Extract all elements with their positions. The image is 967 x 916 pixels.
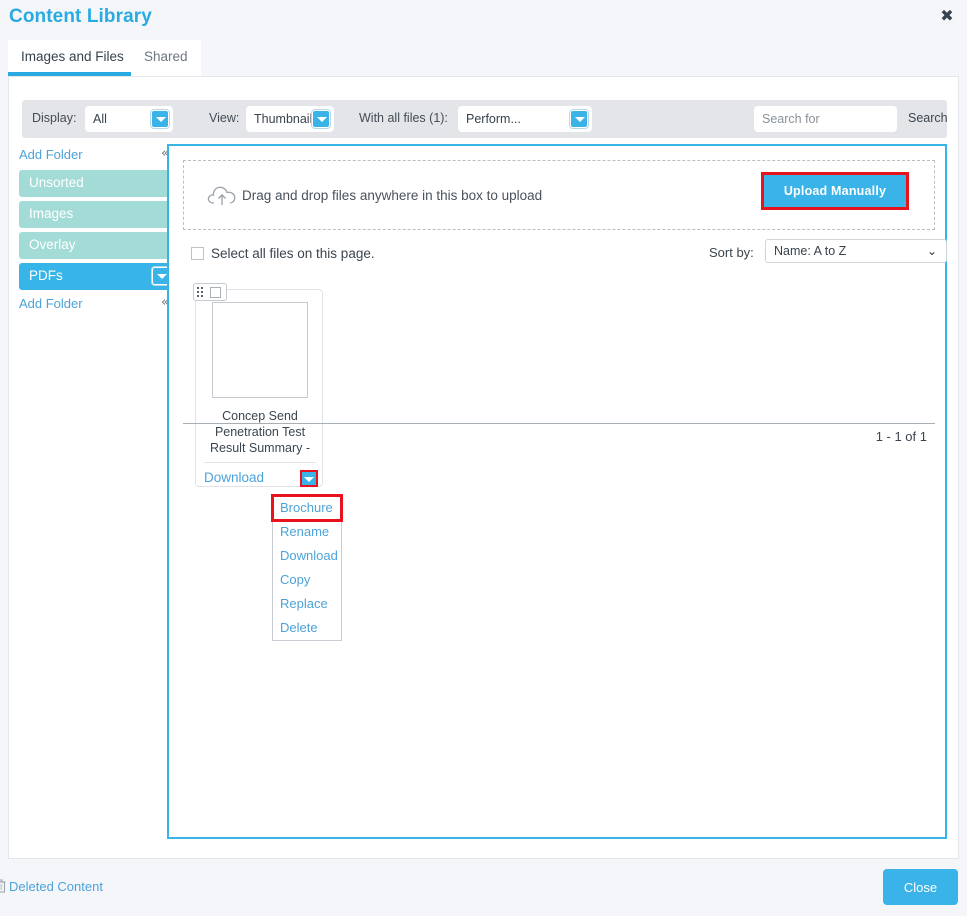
search-button[interactable]: Search <box>908 111 948 125</box>
library-body: Display: All View: Thumbnails With all f… <box>8 76 959 859</box>
close-button[interactable]: Close <box>883 869 958 905</box>
menu-item-download[interactable]: Download <box>273 544 341 568</box>
drag-dots-icon <box>197 287 206 298</box>
add-folder-label: Add Folder <box>19 147 83 162</box>
with-all-files-label: With all files (1): <box>359 111 448 125</box>
sidebar-folder-overlay[interactable]: Overlay <box>19 232 179 259</box>
trash-icon <box>0 879 6 893</box>
file-select-checkbox[interactable] <box>210 287 221 298</box>
folder-label: Overlay <box>29 237 76 252</box>
view-select[interactable]: Thumbnails <box>246 106 334 132</box>
folder-label: Unsorted <box>29 175 84 190</box>
dropzone-text: Drag and drop files anywhere in this box… <box>242 188 543 203</box>
download-link[interactable]: Download <box>204 470 264 485</box>
card-divider <box>204 462 316 463</box>
folder-label: Images <box>29 206 74 221</box>
sort-by-select[interactable]: Name: A to Z <box>765 239 947 263</box>
sidebar-folder-unsorted[interactable]: Unsorted <box>19 170 179 197</box>
folder-sidebar: Add Folder « Unsorted Images Overlay PDF… <box>9 145 179 319</box>
window-footer: Deleted Content Close <box>0 859 967 916</box>
filter-toolbar: Display: All View: Thumbnails With all f… <box>22 100 948 138</box>
perform-action-value: Perform... <box>466 112 521 126</box>
chevron-down-icon[interactable] <box>570 110 588 128</box>
file-dropzone[interactable]: Drag and drop files anywhere in this box… <box>183 160 935 230</box>
display-select-value: All <box>93 112 107 126</box>
search-input[interactable] <box>754 106 897 132</box>
add-folder-label: Add Folder <box>19 296 83 311</box>
menu-item-brochure[interactable]: Brochure <box>271 494 343 522</box>
menu-item-replace[interactable]: Replace <box>273 592 341 616</box>
tab-shared[interactable]: Shared <box>131 40 201 76</box>
sidebar-folder-pdfs[interactable]: PDFs <box>19 263 179 290</box>
card-drag-handle[interactable] <box>193 283 227 301</box>
chevron-down-icon[interactable] <box>312 110 330 128</box>
content-library-window: Content Library ✖ Images and Files Share… <box>0 0 967 916</box>
menu-item-copy[interactable]: Copy <box>273 568 341 592</box>
pagination-text: 1 - 1 of 1 <box>875 429 927 444</box>
view-label: View: <box>209 111 240 125</box>
page-title: Content Library <box>9 6 152 27</box>
chevron-down-icon[interactable] <box>151 110 169 128</box>
file-name: Concep Send Penetration Test Result Summ… <box>209 409 311 455</box>
display-select[interactable]: All <box>85 106 173 132</box>
add-folder-bottom[interactable]: Add Folder « <box>9 294 169 316</box>
cloud-upload-icon <box>207 186 236 205</box>
close-icon[interactable]: ✖ <box>938 7 956 25</box>
sort-by-label: Sort by: <box>709 245 754 260</box>
folder-label: PDFs <box>29 268 63 283</box>
file-card[interactable]: Concep Send Penetration Test Result Summ… <box>193 283 343 641</box>
files-content-pane: Drag and drop files anywhere in this box… <box>167 144 947 839</box>
sidebar-folder-images[interactable]: Images <box>19 201 179 228</box>
select-all-label: Select all files on this page. <box>211 246 375 261</box>
file-actions-menu: Brochure Rename Download Copy Replace De… <box>271 494 343 641</box>
select-all-checkbox[interactable] <box>191 247 204 260</box>
tabstrip: Images and Files Shared <box>0 40 967 76</box>
file-actions-dropdown-toggle[interactable] <box>300 470 318 487</box>
add-folder-top[interactable]: Add Folder « <box>9 145 169 167</box>
pagination-divider <box>183 423 935 424</box>
deleted-content-link[interactable]: Deleted Content <box>0 879 103 894</box>
upload-manually-button[interactable]: Upload Manually <box>761 172 909 210</box>
perform-action-select[interactable]: Perform... <box>458 106 592 132</box>
menu-item-delete[interactable]: Delete <box>273 616 341 640</box>
view-select-value: Thumbnails <box>254 112 319 126</box>
deleted-content-label: Deleted Content <box>9 879 103 894</box>
tab-images-and-files[interactable]: Images and Files <box>8 40 137 76</box>
display-label: Display: <box>32 111 77 125</box>
file-thumbnail <box>212 302 308 398</box>
menu-item-rename[interactable]: Rename <box>273 520 341 544</box>
window-titlebar: Content Library ✖ <box>0 0 967 40</box>
